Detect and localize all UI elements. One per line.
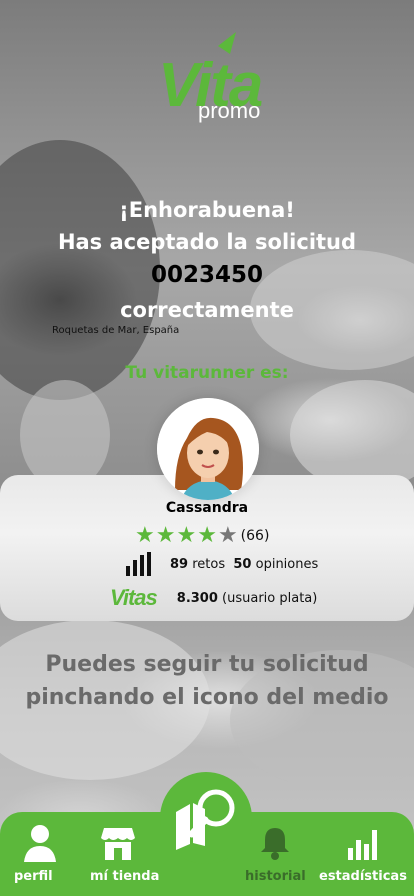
bar-chart-icon xyxy=(348,830,377,860)
stats-row: 89 retos 50 opiniones xyxy=(126,552,318,576)
opiniones-value: 50 xyxy=(233,556,252,572)
star-icon: ★ xyxy=(197,523,217,548)
nav-estadisticas[interactable] xyxy=(322,822,402,866)
vitas-value: 8.300 xyxy=(176,590,218,606)
star-icon: ★ xyxy=(135,523,155,548)
nav-historial-label[interactable]: historial xyxy=(245,869,306,884)
location-text: Roquetas de Mar, España xyxy=(52,325,180,336)
congrats-heading: ¡Enhorabuena! xyxy=(119,198,295,222)
nav-mi-tienda-label[interactable]: mí tienda xyxy=(90,869,159,884)
avatar-illustration-icon xyxy=(157,398,259,500)
star-icon: ★ xyxy=(176,523,197,548)
retos-label: retos xyxy=(192,556,226,572)
follow-instructions: Puedes seguir tu solicitud pinchando el … xyxy=(25,652,389,710)
avatar[interactable] xyxy=(157,398,259,500)
vitarunner-name: Cassandra xyxy=(165,500,249,516)
bell-icon xyxy=(261,828,289,860)
correctly-text: correctamente xyxy=(120,298,294,322)
logo-sub-text: promo xyxy=(198,98,261,123)
accepted-text: Has aceptado la solicitud xyxy=(57,230,357,254)
request-id: 0023450 xyxy=(150,262,264,288)
vitas-row: Vitas 8.300 (usuario plata) xyxy=(110,585,317,611)
nav-perfil-label[interactable]: perfil xyxy=(14,869,53,884)
retos-value: 89 xyxy=(170,556,189,572)
vitas-logo: Vitas xyxy=(110,585,158,610)
rating-count: (66) xyxy=(240,528,270,544)
nav-mi-tienda[interactable] xyxy=(78,822,158,866)
star-icon: ★ xyxy=(155,523,176,548)
vitas-level: (usuario plata) xyxy=(222,590,318,606)
opiniones-label: opiniones xyxy=(255,556,319,572)
store-icon xyxy=(101,828,135,860)
nav-historial[interactable] xyxy=(235,822,315,866)
rating-stars: ★ ★ ★ ★ ★ (66) xyxy=(135,525,269,547)
vitarunner-title: Tu vitarunner es: xyxy=(125,363,289,383)
nav-perfil[interactable] xyxy=(0,822,80,866)
star-icon: ★ xyxy=(217,523,238,548)
person-icon xyxy=(24,825,56,862)
stats-icon xyxy=(126,552,151,576)
vitapromo-logo: Vita promo xyxy=(140,28,280,128)
nav-estadisticas-label[interactable]: estadísticas xyxy=(319,869,407,884)
